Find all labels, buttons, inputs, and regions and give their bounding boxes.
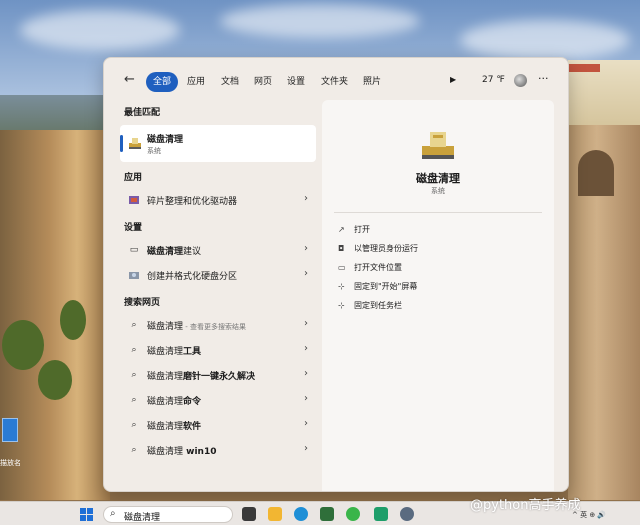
web-result-item[interactable]: ⌕ 磁盘清理 win10 › [120,439,316,461]
list-item-label: 磁盘清理命令 [147,397,202,407]
list-item-label: 磁盘清理 - 查看更多搜索结果 [147,322,246,332]
search-icon: ⌕ [131,345,137,355]
search-icon: ⌕ [131,370,137,380]
action-pin-to-start[interactable]: ⊹ 固定到"开始"屏幕 [338,281,417,292]
weather-temperature[interactable]: 27 ℉ [482,75,505,85]
search-icon: ⌕ [110,508,116,519]
chevron-right-icon[interactable]: › [304,443,308,454]
settings-gear-icon[interactable] [400,507,414,521]
list-item-create-format-partition[interactable]: 创建并格式化硬盘分区 › [120,264,316,286]
desktop-shortcut-icon[interactable] [2,418,18,442]
tab-folders[interactable]: 文件夹 [314,72,355,92]
chevron-right-icon[interactable]: › [304,243,308,254]
chevron-right-icon[interactable]: › [304,368,308,379]
web-result-item[interactable]: ⌕ 磁盘清理 - 查看更多搜索结果 › [120,314,316,336]
detail-title: 磁盘清理 [416,172,460,185]
app-icon[interactable] [374,507,388,521]
chevron-right-icon[interactable]: › [304,193,308,204]
pin-icon: ⊹ [338,301,345,310]
search-icon: ⌕ [131,445,137,455]
taskbar-search-input[interactable]: ⌕ 磁盘清理 [103,506,233,523]
storage-icon: ▭ [129,245,139,255]
avatar[interactable] [514,74,527,87]
tab-settings[interactable]: 设置 [280,72,312,92]
best-match-item[interactable]: 磁盘清理 系统 [120,125,316,162]
selection-indicator [120,135,123,152]
folder-icon: ▭ [338,263,346,272]
tab-web[interactable]: 网页 [247,72,279,92]
tab-apps[interactable]: 应用 [180,72,212,92]
action-open-file-location[interactable]: ▭ 打开文件位置 [338,262,402,273]
detail-subtitle: 系统 [431,187,445,195]
edge-browser-icon[interactable] [294,507,308,521]
list-item-label: 磁盘清理磨针一键永久解决 [147,372,256,382]
web-result-item[interactable]: ⌕ 磁盘清理命令 › [120,389,316,411]
search-input-value: 磁盘清理 [124,513,161,523]
list-item-label: 创建并格式化硬盘分区 [147,272,238,282]
list-item-label: 磁盘清理工具 [147,347,202,357]
tab-all[interactable]: 全部 [146,72,179,92]
list-item-label: 磁盘清理建议 [147,247,202,257]
section-settings: 设置 [124,223,143,233]
section-apps: 应用 [124,173,143,183]
best-match-subtitle: 系统 [147,147,161,155]
task-view-icon[interactable] [242,507,256,521]
windows-start-icon[interactable] [80,508,93,521]
list-item-label: 磁盘清理 win10 [147,447,217,457]
result-detail-pane: 磁盘清理 系统 ↗ 打开 ◘ 以管理员身份运行 ▭ 打开文件位置 ⊹ 固定到"开始"屏幕… [322,100,554,491]
disk-cleanup-icon [129,138,141,149]
tab-documents[interactable]: 文档 [214,72,246,92]
defrag-icon [128,194,140,206]
list-item-label: 碎片整理和优化驱动器 [147,197,238,207]
action-pin-to-taskbar[interactable]: ⊹ 固定到任务栏 [338,300,402,311]
play-icon[interactable]: ▶ [450,75,456,84]
list-item-label: 磁盘清理软件 [147,422,202,432]
chevron-right-icon[interactable]: › [304,343,308,354]
best-match-title: 磁盘清理 [147,135,184,145]
tab-photos[interactable]: 照片 [356,72,388,92]
disk-management-icon [128,269,140,281]
search-icon: ⌕ [131,395,137,405]
file-explorer-icon[interactable] [268,507,282,521]
chevron-right-icon[interactable]: › [304,418,308,429]
disk-cleanup-large-icon [422,132,454,159]
list-item-cleanup-recommendations[interactable]: ▭ 磁盘清理建议 › [120,239,316,261]
admin-shield-icon: ◘ [338,244,345,253]
section-web-search: 搜索网页 [124,298,161,308]
web-result-item[interactable]: ⌕ 磁盘清理磨针一键永久解决 › [120,364,316,386]
open-icon: ↗ [338,225,345,234]
chevron-right-icon[interactable]: › [304,393,308,404]
section-best-match: 最佳匹配 [124,108,161,118]
divider [334,212,542,213]
web-result-item[interactable]: ⌕ 磁盘清理软件 › [120,414,316,436]
search-icon: ⌕ [131,420,137,430]
search-filter-bar: ← 全部 应用 文档 网页 设置 文件夹 照片 ▶ 27 ℉ ··· [104,58,568,102]
web-result-item[interactable]: ⌕ 磁盘清理工具 › [120,339,316,361]
search-icon: ⌕ [131,320,137,330]
chevron-right-icon[interactable]: › [304,318,308,329]
watermark: @python高手养成 [470,498,581,513]
wechat-icon[interactable] [346,507,360,521]
desktop-shortcut-label: 描放名 [0,459,21,467]
action-open[interactable]: ↗ 打开 [338,224,370,235]
more-options-icon[interactable]: ··· [538,72,549,85]
list-item-defrag[interactable]: 碎片整理和优化驱动器 › [120,189,316,211]
action-run-as-admin[interactable]: ◘ 以管理员身份运行 [338,243,418,254]
store-icon[interactable] [320,507,334,521]
chevron-right-icon[interactable]: › [304,268,308,279]
back-arrow-icon[interactable]: ← [124,72,135,87]
pin-icon: ⊹ [338,282,345,291]
start-search-panel: ← 全部 应用 文档 网页 设置 文件夹 照片 ▶ 27 ℉ ··· 最佳匹配 … [103,57,569,492]
